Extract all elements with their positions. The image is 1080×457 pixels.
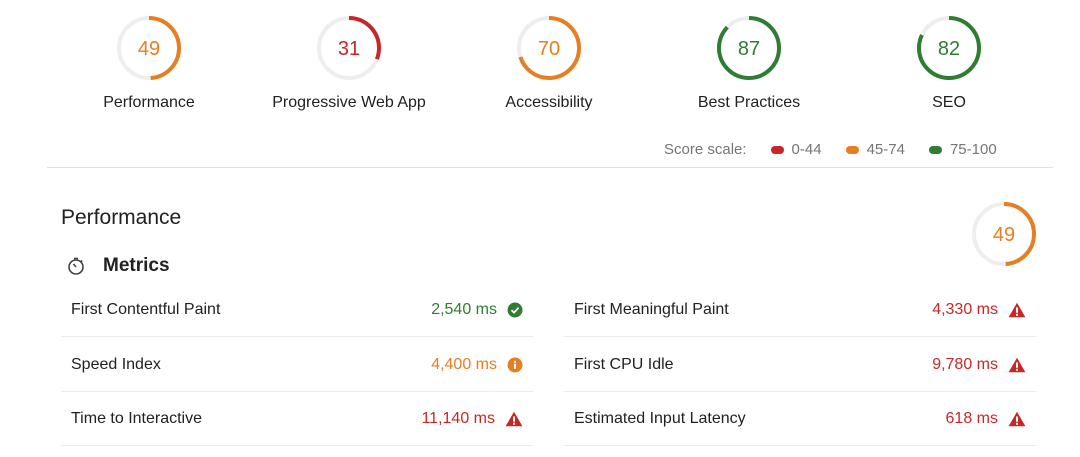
score-label: Accessibility <box>505 94 593 111</box>
metric-value: 9,780 ms <box>932 355 998 373</box>
score-value: 31 <box>338 38 360 60</box>
metric-name: First CPU Idle <box>574 355 674 373</box>
section-divider <box>47 167 1053 168</box>
score-value: 87 <box>738 38 760 60</box>
fail-pill-icon <box>770 145 784 154</box>
warning-triangle-icon <box>1008 357 1026 373</box>
stopwatch-icon <box>68 257 84 275</box>
score-gauge-best-practices[interactable]: 87 Best Practices <box>649 14 849 112</box>
score-scale-label: Score scale: <box>664 141 747 158</box>
metric-name: Estimated Input Latency <box>574 409 746 427</box>
metrics-header: Metrics <box>66 255 170 277</box>
score-scale-range: 75-100 <box>949 141 997 158</box>
score-scale-range: 45-74 <box>866 141 905 158</box>
gauge-ring: 82 <box>917 16 981 80</box>
score-scale-average: 45-74 <box>845 141 905 158</box>
warning-triangle-icon <box>1008 302 1026 318</box>
metric-value: 618 ms <box>945 409 998 427</box>
metric-value: 4,400 ms <box>431 355 497 373</box>
gauge-ring: 70 <box>517 16 581 80</box>
metric-value: 4,330 ms <box>932 300 998 318</box>
score-value: 82 <box>938 38 960 60</box>
average-pill-icon <box>845 145 859 154</box>
gauge-ring: 49 <box>117 16 181 80</box>
metric-name: First Meaningful Paint <box>574 300 729 318</box>
metric-value: 2,540 ms <box>431 300 497 318</box>
metric-name: Speed Index <box>71 355 161 373</box>
metric-name: First Contentful Paint <box>71 300 221 318</box>
section-title-performance: Performance <box>61 206 182 229</box>
warning-triangle-icon <box>505 411 523 427</box>
metric-value: 11,140 ms <box>421 409 495 427</box>
score-scale-legend: Score scale: 0-44 45-74 75-100 <box>664 141 997 158</box>
gauge-ring: 87 <box>717 16 781 80</box>
score-value: 49 <box>138 38 160 60</box>
score-label: Performance <box>103 94 195 111</box>
metrics-title: Metrics <box>103 255 170 276</box>
score-scale-pass: 75-100 <box>928 141 997 158</box>
metric-row-estimated-input-latency: Estimated Input Latency 618 ms <box>564 392 1036 446</box>
pass-pill-icon <box>928 145 942 154</box>
metric-row-first-cpu-idle: First CPU Idle 9,780 ms <box>564 338 1036 392</box>
score-label: Progressive Web App <box>272 94 426 111</box>
score-scale-fail: 0-44 <box>770 141 822 158</box>
gauge-ring: 49 <box>972 202 1036 266</box>
info-circle-icon <box>507 357 523 373</box>
metric-row-first-contentful-paint: First Contentful Paint 2,540 ms <box>61 283 533 337</box>
score-scale-range: 0-44 <box>791 141 822 158</box>
score-value: 70 <box>538 38 560 60</box>
check-circle-icon <box>507 302 523 318</box>
score-value: 49 <box>993 224 1015 246</box>
metric-row-time-to-interactive: Time to Interactive 11,140 ms <box>61 392 533 446</box>
metric-row-speed-index: Speed Index 4,400 ms <box>61 338 533 392</box>
score-gauge-accessibility[interactable]: 70 Accessibility <box>449 14 649 112</box>
performance-score-gauge: 49 <box>970 200 1038 273</box>
category-scores: 49 Performance 31 Progressive Web App 70… <box>0 0 1080 130</box>
score-label: SEO <box>932 94 966 111</box>
score-gauge-seo[interactable]: 82 SEO <box>849 14 1049 112</box>
metric-name: Time to Interactive <box>71 409 203 427</box>
warning-triangle-icon <box>1008 411 1026 427</box>
score-label: Best Practices <box>697 94 801 111</box>
score-gauge-pwa[interactable]: 31 Progressive Web App <box>249 14 449 112</box>
metric-row-first-meaningful-paint: First Meaningful Paint 4,330 ms <box>564 283 1036 337</box>
score-gauge-performance[interactable]: 49 Performance <box>49 14 249 112</box>
gauge-ring: 31 <box>317 16 381 80</box>
